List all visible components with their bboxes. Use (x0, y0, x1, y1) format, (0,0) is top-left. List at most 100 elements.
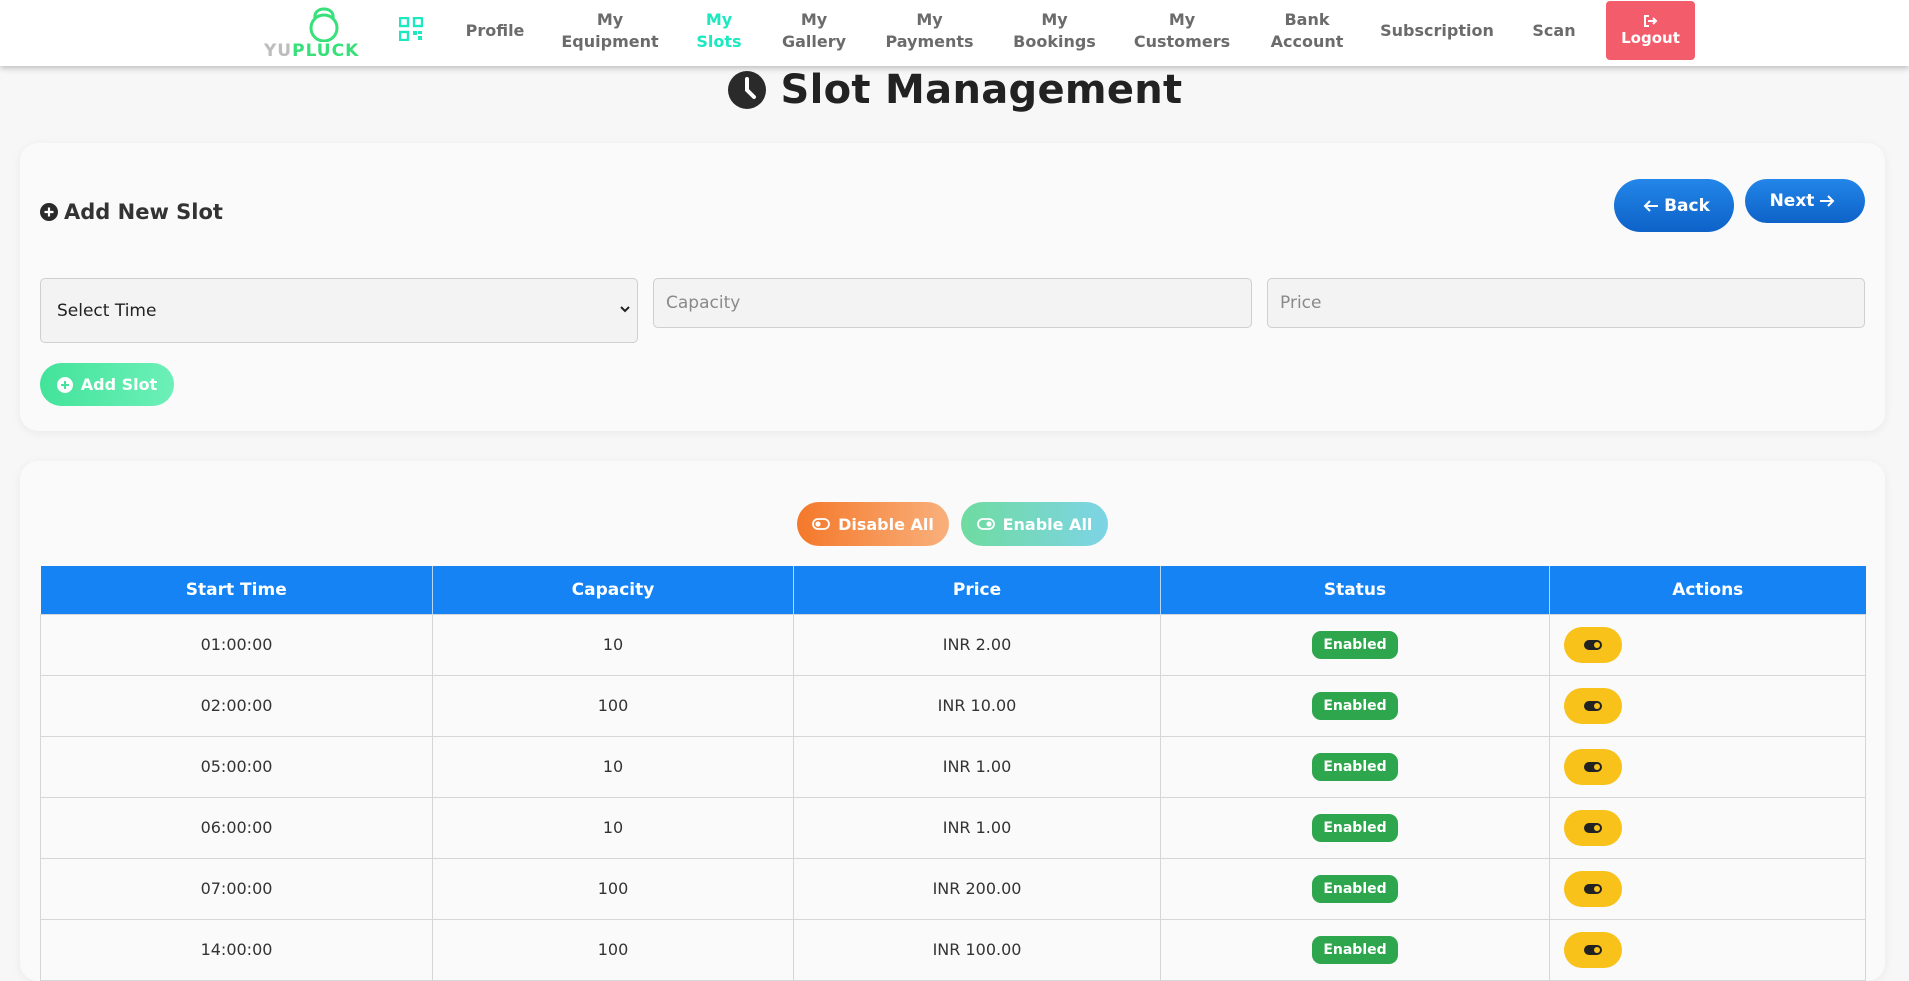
add-new-slot-heading: Add New Slot (40, 200, 223, 224)
cell-status: Enabled (1160, 857, 1550, 920)
nav-my-payments[interactable]: My Payments (877, 0, 982, 62)
nav-my-slots[interactable]: My Slots (689, 0, 749, 62)
plus-circle-icon (40, 203, 58, 221)
top-navbar: YUPLUCK Profile My Equipment My Slots My… (0, 0, 1909, 66)
cell-actions (1549, 613, 1866, 676)
nav-my-bookings[interactable]: My Bookings (1003, 0, 1106, 62)
cell-actions (1549, 857, 1866, 920)
price-input[interactable] (1267, 278, 1865, 328)
cell-capacity: 100 (432, 674, 794, 737)
table-header-row: Start Time Capacity Price Status Actions (40, 566, 1866, 614)
add-slot-card: Add New Slot Back Next Select Time Add S… (20, 143, 1885, 431)
select-time-value: Select Time (57, 300, 157, 321)
kettlebell-icon (309, 7, 339, 42)
column-header-status: Status (1160, 566, 1550, 614)
cell-start-time: 14:00:00 (40, 918, 433, 981)
page-title: Slot Management (0, 66, 1909, 114)
table-row: 14:00:00 100 INR 100.00 Enabled (40, 918, 1866, 981)
nav-subscription[interactable]: Subscription (1378, 0, 1496, 62)
back-button[interactable]: Back (1614, 179, 1734, 232)
nav-my-gallery[interactable]: My Gallery (774, 0, 854, 62)
nav-bank-account[interactable]: Bank Account (1257, 0, 1357, 62)
nav-profile[interactable]: Profile (455, 0, 535, 62)
logout-label: Logout (1621, 28, 1680, 47)
toggle-status-button[interactable] (1564, 870, 1622, 907)
nav-my-customers[interactable]: My Customers (1129, 0, 1235, 62)
status-badge: Enabled (1312, 752, 1398, 781)
cell-start-time: 05:00:00 (40, 735, 433, 798)
column-header-actions: Actions (1549, 566, 1866, 614)
capacity-input[interactable] (653, 278, 1252, 328)
cell-start-time: 06:00:00 (40, 796, 433, 859)
add-new-slot-label: Add New Slot (64, 200, 223, 224)
add-slot-button[interactable]: Add Slot (40, 363, 174, 406)
toggle-status-button[interactable] (1564, 809, 1622, 846)
back-label: Back (1664, 195, 1710, 216)
toggle-icon (1584, 761, 1602, 772)
cell-status: Enabled (1160, 735, 1550, 798)
plus-circle-icon (56, 376, 73, 393)
toggle-status-button[interactable] (1564, 748, 1622, 785)
cell-capacity: 10 (432, 796, 794, 859)
cell-start-time: 01:00:00 (40, 613, 433, 676)
cell-status: Enabled (1160, 918, 1550, 981)
disable-all-label: Disable All (838, 514, 934, 534)
cell-capacity: 100 (432, 918, 794, 981)
select-time-dropdown[interactable]: Select Time (40, 278, 638, 343)
cell-price: INR 2.00 (793, 613, 1161, 676)
toggle-status-button[interactable] (1564, 687, 1622, 724)
table-row: 05:00:00 10 INR 1.00 Enabled (40, 735, 1866, 798)
page-title-text: Slot Management (780, 67, 1183, 113)
slots-table-card: Disable All Enable All Start Time Capaci… (20, 461, 1885, 981)
enable-all-label: Enable All (1002, 514, 1093, 534)
cell-price: INR 100.00 (793, 918, 1161, 981)
cell-price: INR 1.00 (793, 796, 1161, 859)
status-badge: Enabled (1312, 935, 1398, 964)
toggle-status-button[interactable] (1564, 626, 1622, 663)
nav-my-equipment[interactable]: My Equipment (555, 0, 665, 62)
nav-scan[interactable]: Scan (1522, 0, 1586, 62)
cell-actions (1549, 735, 1866, 798)
cell-price: INR 10.00 (793, 674, 1161, 737)
column-header-start-time: Start Time (40, 566, 433, 614)
cell-actions (1549, 796, 1866, 859)
next-label: Next (1769, 191, 1815, 211)
status-badge: Enabled (1312, 874, 1398, 903)
disable-all-button[interactable]: Disable All (797, 502, 949, 546)
logo-text: YUPLUCK (264, 41, 360, 61)
cell-price: INR 1.00 (793, 735, 1161, 798)
cell-capacity: 100 (432, 857, 794, 920)
cell-status: Enabled (1160, 674, 1550, 737)
cell-price: INR 200.00 (793, 857, 1161, 920)
toggle-icon (1584, 883, 1602, 894)
toggle-off-icon (812, 518, 830, 530)
toggle-icon (1584, 822, 1602, 833)
toggle-status-button[interactable] (1564, 931, 1622, 968)
toggle-icon (1584, 944, 1602, 955)
logout-icon (1643, 14, 1657, 27)
cell-start-time: 02:00:00 (40, 674, 433, 737)
add-slot-label: Add Slot (80, 375, 158, 394)
next-button[interactable]: Next (1745, 179, 1865, 223)
status-badge: Enabled (1312, 813, 1398, 842)
logout-button[interactable]: Logout (1606, 1, 1695, 60)
cell-actions (1549, 674, 1866, 737)
status-badge: Enabled (1312, 630, 1398, 659)
table-row: 06:00:00 10 INR 1.00 Enabled (40, 796, 1866, 859)
toggle-on-icon (976, 518, 995, 530)
cell-capacity: 10 (432, 613, 794, 676)
cell-start-time: 07:00:00 (40, 857, 433, 920)
status-badge: Enabled (1312, 691, 1398, 720)
clock-icon (727, 71, 766, 109)
toggle-icon (1584, 700, 1602, 711)
yupluck-logo[interactable]: YUPLUCK (262, 4, 386, 61)
table-row: 01:00:00 10 INR 2.00 Enabled (40, 613, 1866, 676)
enable-all-button[interactable]: Enable All (961, 502, 1108, 546)
arrow-right-icon (1820, 195, 1835, 207)
table-row: 02:00:00 100 INR 10.00 Enabled (40, 674, 1866, 737)
qr-code-icon[interactable] (398, 16, 424, 42)
toggle-icon (1584, 639, 1602, 650)
cell-status: Enabled (1160, 613, 1550, 676)
column-header-capacity: Capacity (432, 566, 794, 614)
cell-status: Enabled (1160, 796, 1550, 859)
